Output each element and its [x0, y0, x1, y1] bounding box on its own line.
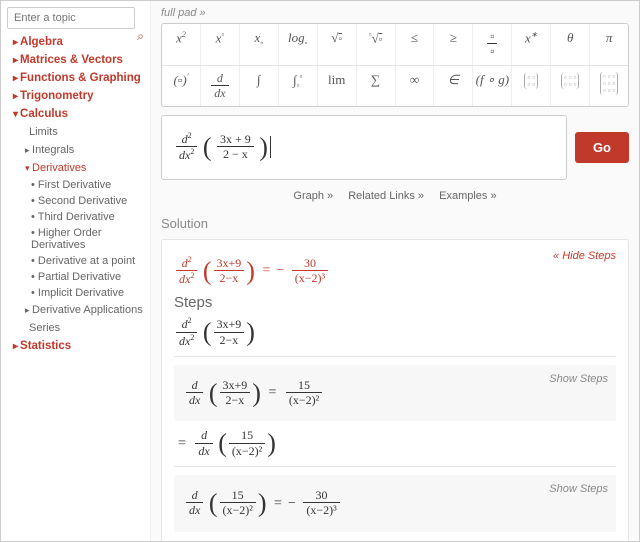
solution-box: « Hide Steps d2dx2 (3x+92−x) =− 30(x−2)³… — [161, 239, 629, 541]
key-prime[interactable]: (▫)′ — [162, 66, 201, 107]
nav-deriv-apps[interactable]: ▸ Derivative Applications — [19, 301, 146, 319]
nav-trig[interactable]: ▸Trigonometry — [7, 87, 146, 105]
keypad: x2 x▫ x▫ log▫ √▫ ▫√▫ ≤ ≥ ▫▫ x∗ θ π (▫)′ … — [161, 23, 629, 107]
key-infinity[interactable]: ∞ — [396, 66, 435, 107]
nav-deriv-first[interactable]: First Derivative — [31, 177, 146, 193]
key-matrix1[interactable]: ▫ ▫▫ ▫ — [512, 66, 551, 107]
nav-label: Algebra — [20, 36, 63, 48]
show-steps-link-2[interactable]: Show Steps — [549, 483, 608, 495]
step-initial: d2dx2 (3x+92−x) — [174, 317, 616, 348]
nav-series[interactable]: Series — [19, 319, 146, 337]
sidebar: ⌕ ▸Algebra ▸Matrices & Vectors ▸Function… — [1, 1, 151, 541]
hide-steps-link[interactable]: « Hide Steps — [553, 250, 616, 262]
key-defint[interactable]: ∫▫▫ — [279, 66, 318, 107]
key-log[interactable]: log▫ — [279, 24, 318, 65]
main-result: d2dx2 (3x+92−x) =− 30(x−2)³ — [174, 256, 616, 287]
key-sqrt[interactable]: √▫ — [318, 24, 357, 65]
key-in[interactable]: ∈ — [434, 66, 473, 107]
step-block-1: Show Steps ddx (3x+92−x) = 15(x−2)² — [174, 365, 616, 422]
key-pi[interactable]: π — [590, 24, 628, 65]
nav-matrices[interactable]: ▸Matrices & Vectors — [7, 51, 146, 69]
expression-input[interactable]: d2dx2 ( 3x + 92 − x ) — [161, 115, 567, 180]
nav-statistics[interactable]: ▸Statistics — [7, 337, 146, 355]
nav-derivatives[interactable]: ▾ Derivatives — [19, 159, 146, 177]
steps-title: Steps — [174, 294, 616, 311]
go-button[interactable]: Go — [575, 132, 629, 163]
show-steps-link-1[interactable]: Show Steps — [549, 373, 608, 385]
links-row: Graph » Related Links » Examples » — [161, 190, 629, 202]
nav-deriv-third[interactable]: Third Derivative — [31, 209, 146, 225]
key-sum[interactable]: ∑ — [357, 66, 396, 107]
key-matrix3[interactable]: ▫ ▫ ▫▫ ▫ ▫▫ ▫ ▫ — [590, 66, 628, 107]
nav-deriv-higher[interactable]: Higher Order Derivatives — [31, 225, 146, 253]
step-1-cont: = ddx (15(x−2)²) — [174, 429, 616, 458]
key-frac[interactable]: ▫▫ — [473, 24, 512, 65]
graph-link[interactable]: Graph » — [293, 190, 333, 202]
key-le[interactable]: ≤ — [396, 24, 435, 65]
nav-algebra[interactable]: ▸Algebra — [7, 33, 146, 51]
related-link[interactable]: Related Links » — [348, 190, 424, 202]
solution-title: Solution — [161, 216, 629, 231]
key-x-sub[interactable]: x▫ — [240, 24, 279, 65]
key-ge[interactable]: ≥ — [434, 24, 473, 65]
key-matrix2[interactable]: ▫ ▫ ▫▫ ▫ ▫ — [551, 66, 590, 107]
nav-label: Calculus — [20, 108, 68, 120]
key-compose[interactable]: (f ∘ g) — [473, 66, 512, 107]
nav-label: Matrices & Vectors — [20, 54, 123, 66]
nav-label: Functions & Graphing — [20, 72, 141, 84]
key-xstar[interactable]: x∗ — [512, 24, 551, 65]
step-block-2: Show Steps ddx (15(x−2)²) =− 30(x−2)³ — [174, 475, 616, 532]
nav-deriv-second[interactable]: Second Derivative — [31, 193, 146, 209]
nav-integrals[interactable]: ▸ Integrals — [19, 141, 146, 159]
nav-deriv-implicit[interactable]: Implicit Derivative — [31, 285, 146, 301]
key-x-squared[interactable]: x2 — [162, 24, 201, 65]
text-cursor-icon — [270, 136, 271, 158]
nav-label: Trigonometry — [20, 90, 93, 102]
search-icon[interactable]: ⌕ — [137, 29, 144, 44]
nav-deriv-partial[interactable]: Partial Derivative — [31, 269, 146, 285]
nav-deriv-point[interactable]: Derivative at a point — [31, 253, 146, 269]
key-theta[interactable]: θ — [551, 24, 590, 65]
fullpad-link[interactable]: full pad » — [161, 7, 629, 19]
key-lim[interactable]: lim — [318, 66, 357, 107]
key-x-power[interactable]: x▫ — [201, 24, 240, 65]
nav-limits[interactable]: Limits — [19, 123, 146, 141]
key-ddx[interactable]: ddx — [201, 66, 240, 107]
step-2-final: =− 30(x−2)³ — [174, 540, 616, 541]
key-integral[interactable]: ∫ — [240, 66, 279, 107]
nav-functions[interactable]: ▸Functions & Graphing — [7, 69, 146, 87]
nav-calculus[interactable]: ▾Calculus — [7, 105, 146, 123]
main: full pad » x2 x▫ x▫ log▫ √▫ ▫√▫ ≤ ≥ ▫▫ x… — [151, 1, 639, 541]
search-input[interactable] — [7, 7, 135, 29]
nav-label: Statistics — [20, 340, 71, 352]
key-nroot[interactable]: ▫√▫ — [357, 24, 396, 65]
examples-link[interactable]: Examples » — [439, 190, 496, 202]
